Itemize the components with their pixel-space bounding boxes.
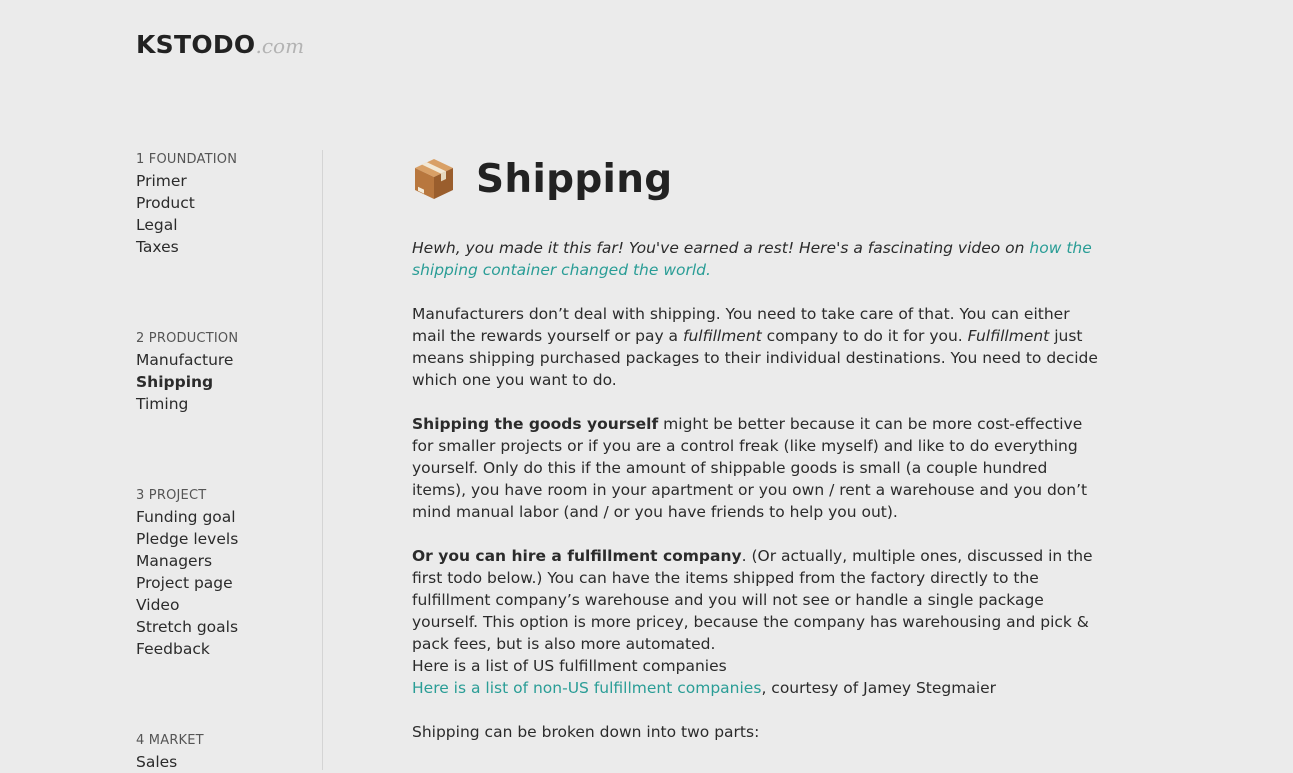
us-fulfillment-list-text: Here is a list of US fulfillment compani… bbox=[412, 657, 727, 675]
sidebar-item-video[interactable]: Video bbox=[136, 594, 238, 616]
intro-text: Hewh, you made it this far! You've earne… bbox=[412, 239, 1030, 257]
sidebar-item-timing[interactable]: Timing bbox=[136, 393, 238, 415]
sidebar-item-manufacture[interactable]: Manufacture bbox=[136, 349, 238, 371]
page-header: Shipping bbox=[412, 150, 1102, 208]
package-box-icon bbox=[412, 157, 456, 201]
p4-bold: Or you can hire a fulfillment company bbox=[412, 547, 742, 565]
sidebar-item-product[interactable]: Product bbox=[136, 192, 237, 214]
p3-bold: Shipping the goods yourself bbox=[412, 415, 659, 433]
sidebar-item-shipping[interactable]: Shipping bbox=[136, 371, 238, 393]
sidebar-item-managers[interactable]: Managers bbox=[136, 550, 238, 572]
sidebar-item-feedback[interactable]: Feedback bbox=[136, 638, 238, 660]
nav-section-market: 4 MARKET Sales bbox=[136, 731, 204, 773]
nav-section-production: 2 PRODUCTION Manufacture Shipping Timing bbox=[136, 329, 238, 415]
sidebar-item-pledge-levels[interactable]: Pledge levels bbox=[136, 528, 238, 550]
p2-text-c: company to do it for you. bbox=[761, 327, 968, 345]
fulfillment-paragraph: Manufacturers don’t deal with shipping. … bbox=[412, 303, 1102, 391]
nav-section-heading: 1 FOUNDATION bbox=[136, 152, 238, 167]
sidebar-item-project-page[interactable]: Project page bbox=[136, 572, 238, 594]
intro-paragraph: Hewh, you made it this far! You've earne… bbox=[412, 237, 1102, 281]
nav-section-foundation: 1 FOUNDATION Primer Product Legal Taxes bbox=[136, 150, 237, 258]
hire-fulfillment-paragraph: Or you can hire a fulfillment company. (… bbox=[412, 545, 1102, 699]
nav-section-heading: 4 MARKET bbox=[136, 733, 204, 748]
sidebar-item-sales[interactable]: Sales bbox=[136, 751, 204, 773]
nav-section-project: 3 PROJECT Funding goal Pledge levels Man… bbox=[136, 486, 238, 660]
shipping-parts-paragraph: Shipping can be broken down into two par… bbox=[412, 723, 760, 741]
page-title: Shipping bbox=[476, 156, 673, 202]
sidebar-item-funding-goal[interactable]: Funding goal bbox=[136, 506, 238, 528]
non-us-fulfillment-list-link[interactable]: Here is a list of non-US fulfillment com… bbox=[412, 679, 761, 697]
nav-section-heading: 2 PRODUCTION bbox=[136, 331, 239, 346]
p2-italic-fulfillment-2: Fulfillment bbox=[967, 327, 1050, 345]
ship-yourself-paragraph: Shipping the goods yourself might be bet… bbox=[412, 413, 1102, 523]
sidebar-item-legal[interactable]: Legal bbox=[136, 214, 237, 236]
logo-main-text: KSTODO bbox=[136, 30, 256, 59]
sidebar-item-primer[interactable]: Primer bbox=[136, 170, 237, 192]
main-content: Shipping Hewh, you made it this far! You… bbox=[412, 150, 1102, 742]
sidebar-divider bbox=[322, 150, 323, 770]
courtesy-text: , courtesy of Jamey Stegmaier bbox=[761, 679, 997, 697]
site-logo[interactable]: KSTODO.com bbox=[136, 30, 304, 59]
p2-italic-fulfillment: fulfillment bbox=[683, 327, 762, 345]
nav-section-heading: 3 PROJECT bbox=[136, 488, 207, 503]
sidebar-item-stretch-goals[interactable]: Stretch goals bbox=[136, 616, 238, 638]
sidebar-item-taxes[interactable]: Taxes bbox=[136, 236, 237, 258]
logo-suffix-text: .com bbox=[255, 34, 305, 58]
